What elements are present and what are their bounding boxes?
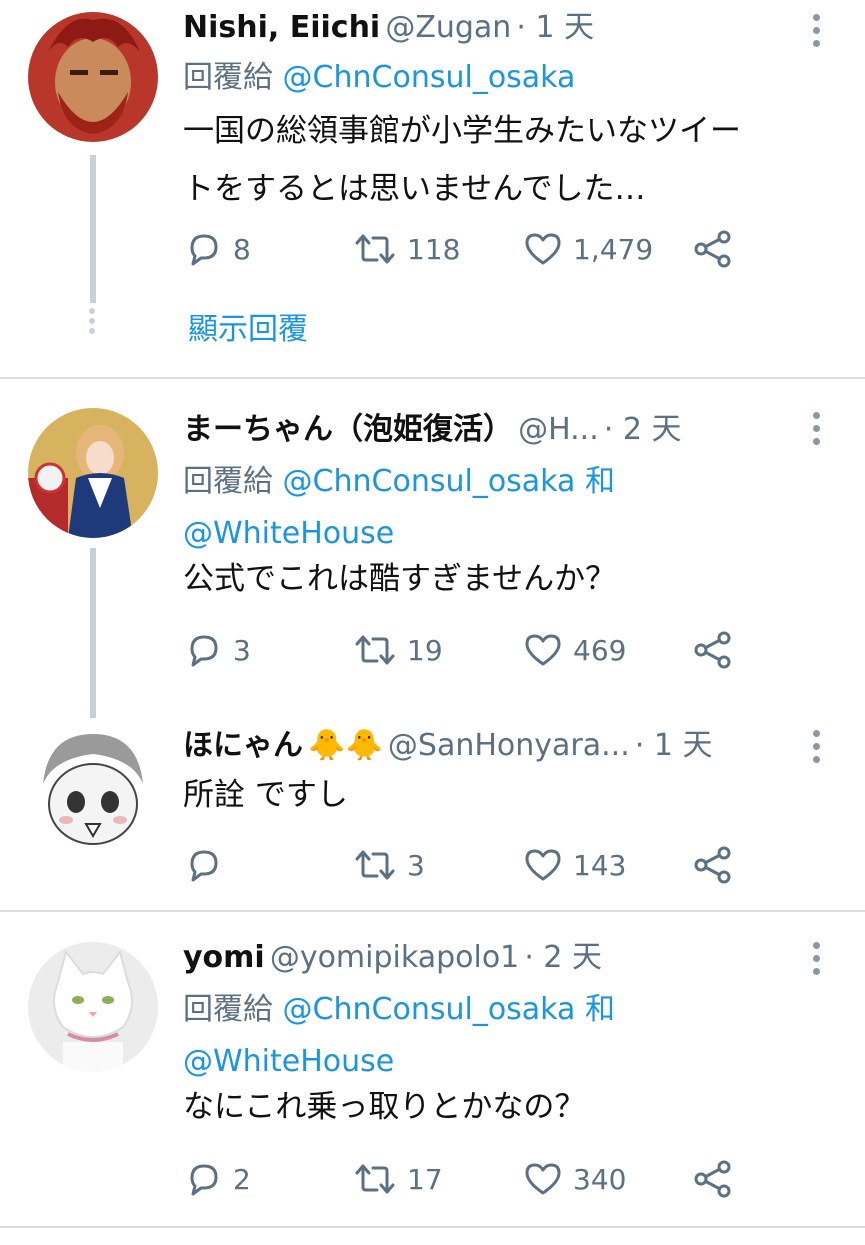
like-icon bbox=[525, 233, 561, 265]
timestamp[interactable]: · 1 天 bbox=[635, 728, 713, 763]
like-button[interactable]: 469 bbox=[523, 630, 626, 670]
tweet-header: まーちゃん（泡姫復活） @H... · 2 天 bbox=[183, 410, 682, 454]
tweet-text: 公式でこれは酷すぎませんか？ bbox=[183, 561, 617, 597]
share-button[interactable] bbox=[693, 1159, 733, 1199]
reply-context: 回覆給 @ChnConsul_osaka 和 @WhiteHouse bbox=[183, 464, 615, 551]
retweet-button[interactable]: 118 bbox=[353, 229, 460, 269]
tweet-actions: 3 19 469 bbox=[185, 630, 745, 670]
timestamp[interactable]: · 2 天 bbox=[524, 940, 602, 975]
more-icon[interactable] bbox=[812, 412, 822, 451]
tweet-header: yomi @yomipikapolo1 · 2 天 bbox=[183, 938, 602, 982]
tweet-header: ほにゃん 🐥🐥 @SanHonyara... · 1 天 bbox=[183, 726, 713, 770]
share-button[interactable] bbox=[693, 229, 733, 269]
reply-count: 2 bbox=[233, 1162, 251, 1196]
mention-link[interactable]: @ChnConsul_osaka bbox=[283, 464, 576, 499]
reply-icon bbox=[190, 234, 218, 266]
emoji-chick: 🐥🐥 bbox=[308, 728, 383, 763]
reply-context: 回覆給 @ChnConsul_osaka bbox=[183, 60, 576, 95]
reply-button[interactable] bbox=[185, 845, 233, 885]
share-icon bbox=[694, 846, 731, 884]
display-name[interactable]: Nishi, Eiichi bbox=[183, 10, 380, 45]
retweet-button[interactable]: 3 bbox=[353, 845, 425, 885]
retweet-button[interactable]: 17 bbox=[353, 1159, 443, 1199]
like-count: 1,479 bbox=[573, 232, 654, 266]
retweet-icon bbox=[355, 1164, 395, 1194]
retweet-icon bbox=[355, 635, 395, 665]
tweet-header: Nishi, Eiichi @Zugan · 1 天 bbox=[183, 8, 594, 52]
retweet-count: 118 bbox=[407, 232, 461, 266]
divider bbox=[0, 377, 865, 379]
reply-context: 回覆給 @ChnConsul_osaka 和 @WhiteHouse bbox=[183, 992, 615, 1079]
share-icon bbox=[694, 1160, 731, 1198]
more-icon[interactable] bbox=[812, 942, 822, 981]
display-name[interactable]: まーちゃん（泡姫復活） bbox=[183, 412, 513, 447]
timestamp[interactable]: · 1 天 bbox=[516, 10, 594, 45]
reply-icon bbox=[190, 1164, 218, 1196]
mention-link[interactable]: @WhiteHouse bbox=[183, 516, 394, 551]
like-icon bbox=[525, 1163, 561, 1195]
like-icon bbox=[525, 634, 561, 666]
share-button[interactable] bbox=[693, 630, 733, 670]
like-button[interactable]: 340 bbox=[523, 1159, 626, 1199]
thread-line bbox=[90, 155, 96, 303]
avatar[interactable] bbox=[28, 724, 158, 854]
show-replies-link[interactable]: 顯示回覆 bbox=[188, 304, 308, 348]
mention-link[interactable]: @WhiteHouse bbox=[183, 1044, 394, 1079]
more-icon[interactable] bbox=[812, 14, 822, 53]
like-button[interactable]: 1,479 bbox=[523, 229, 653, 269]
like-icon bbox=[525, 849, 561, 881]
like-count: 340 bbox=[573, 1162, 627, 1196]
divider bbox=[0, 1226, 865, 1228]
reply-count: 8 bbox=[233, 232, 251, 266]
tweet-text: なにこれ乗っ取りとかなの？ bbox=[183, 1089, 586, 1125]
reply-count: 3 bbox=[233, 633, 251, 667]
like-count: 143 bbox=[573, 848, 627, 882]
avatar[interactable] bbox=[28, 942, 158, 1072]
reply-button[interactable]: 3 bbox=[185, 630, 251, 670]
mention-link[interactable]: @ChnConsul_osaka bbox=[283, 60, 576, 95]
reply-icon bbox=[190, 850, 218, 882]
handle[interactable]: @Zugan bbox=[385, 10, 511, 45]
thread-line bbox=[90, 548, 96, 718]
tweet-text: 一国の総領事館が小学生みたいなツイー トをするとは思いませんでした… bbox=[183, 113, 741, 207]
retweet-count: 3 bbox=[407, 848, 425, 882]
tweet-text: 所詮 ですし bbox=[183, 777, 348, 813]
retweet-count: 17 bbox=[407, 1162, 443, 1196]
display-name[interactable]: yomi bbox=[183, 940, 265, 975]
avatar[interactable] bbox=[28, 12, 158, 142]
tweet-actions: 8 118 1,479 bbox=[185, 229, 745, 269]
more-icon[interactable] bbox=[812, 730, 822, 769]
reply-button[interactable]: 8 bbox=[185, 229, 251, 269]
reply-button[interactable]: 2 bbox=[185, 1159, 251, 1199]
share-icon bbox=[694, 230, 731, 268]
tweet-actions: 3 143 bbox=[185, 845, 745, 885]
like-button[interactable]: 143 bbox=[523, 845, 626, 885]
handle[interactable]: @H... bbox=[518, 412, 599, 447]
retweet-icon bbox=[355, 234, 395, 264]
like-count: 469 bbox=[573, 633, 627, 667]
timestamp[interactable]: · 2 天 bbox=[604, 412, 682, 447]
divider bbox=[0, 910, 865, 912]
thread-dots bbox=[89, 308, 97, 334]
display-name[interactable]: ほにゃん bbox=[183, 728, 303, 763]
reply-icon bbox=[190, 635, 218, 667]
retweet-icon bbox=[355, 850, 395, 880]
handle[interactable]: @SanHonyara... bbox=[388, 728, 630, 763]
tweet-actions: 2 17 340 bbox=[185, 1159, 745, 1199]
retweet-count: 19 bbox=[407, 633, 443, 667]
retweet-button[interactable]: 19 bbox=[353, 630, 443, 670]
avatar[interactable] bbox=[28, 408, 158, 538]
handle[interactable]: @yomipikapolo1 bbox=[270, 940, 519, 975]
mention-link[interactable]: @ChnConsul_osaka bbox=[283, 992, 576, 1027]
share-icon bbox=[694, 631, 731, 669]
share-button[interactable] bbox=[693, 845, 733, 885]
